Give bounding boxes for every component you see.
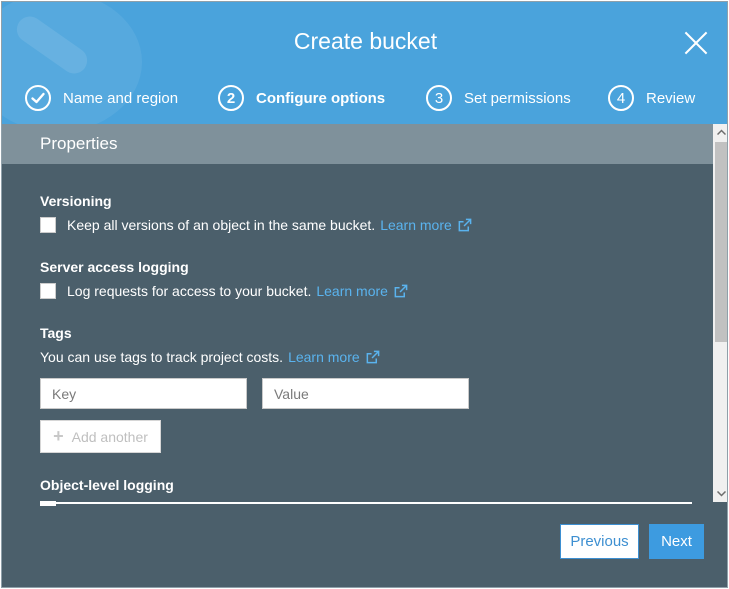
properties-header: Properties xyxy=(2,124,713,164)
scroll-up-icon[interactable] xyxy=(713,124,727,140)
checkmark-icon xyxy=(31,92,45,104)
link-text: Learn more xyxy=(288,349,360,365)
step-label: Configure options xyxy=(256,89,386,107)
scroll-down-icon[interactable] xyxy=(713,486,727,502)
external-link-icon xyxy=(394,284,408,297)
link-text: Learn more xyxy=(316,283,388,299)
logging-row: Log requests for access to your bucket. … xyxy=(40,283,408,299)
vertical-scrollbar[interactable] xyxy=(713,124,727,502)
step-number: 4 xyxy=(608,85,634,111)
logging-checkbox[interactable] xyxy=(40,283,56,299)
dialog-header: Create bucket Name and region 2 Configur… xyxy=(2,2,727,124)
tags-title: Tags xyxy=(40,325,72,341)
object-logging-control-partial xyxy=(40,501,692,506)
next-button[interactable]: Next xyxy=(649,524,704,559)
add-another-tag-button[interactable]: + Add another xyxy=(40,420,161,453)
logging-label: Log requests for access to your bucket. xyxy=(67,283,312,299)
create-bucket-dialog: Create bucket Name and region 2 Configur… xyxy=(1,1,728,588)
step-name-and-region[interactable]: Name and region xyxy=(25,84,178,112)
step-number: 2 xyxy=(218,85,244,111)
tags-learn-more-link[interactable]: Learn more xyxy=(288,349,380,365)
tag-value-input[interactable] xyxy=(262,378,469,409)
external-link-icon xyxy=(366,350,379,363)
tag-key-input[interactable] xyxy=(40,378,247,409)
previous-button[interactable]: Previous xyxy=(560,524,639,559)
link-text: Learn more xyxy=(380,217,452,233)
versioning-row: Keep all versions of an object in the sa… xyxy=(40,217,472,233)
object-logging-title: Object-level logging xyxy=(40,477,174,493)
plus-icon: + xyxy=(53,426,64,446)
step-label: Review xyxy=(646,89,696,107)
check-circle-icon xyxy=(25,85,51,111)
step-number: 3 xyxy=(426,85,452,111)
versioning-title: Versioning xyxy=(40,193,112,209)
step-set-permissions[interactable]: 3 Set permissions xyxy=(426,84,571,112)
object-logging-nub xyxy=(40,501,56,506)
tags-description-row: You can use tags to track project costs.… xyxy=(40,349,380,365)
dialog-title: Create bucket xyxy=(293,28,438,54)
add-another-label: Add another xyxy=(71,428,148,445)
external-link-icon xyxy=(458,218,472,231)
step-label: Name and region xyxy=(63,89,179,107)
step-label: Set permissions xyxy=(464,89,571,107)
step-review[interactable]: 4 Review xyxy=(608,84,695,112)
scrollbar-thumb[interactable] xyxy=(715,142,727,342)
close-icon[interactable] xyxy=(684,31,708,55)
step-configure-options[interactable]: 2 Configure options xyxy=(218,84,385,112)
versioning-label: Keep all versions of an object in the sa… xyxy=(67,217,376,233)
properties-content: Versioning Keep all versions of an objec… xyxy=(2,164,713,506)
logging-learn-more-link[interactable]: Learn more xyxy=(316,283,408,299)
logging-title: Server access logging xyxy=(40,259,189,275)
tags-description: You can use tags to track project costs. xyxy=(40,349,284,365)
versioning-learn-more-link[interactable]: Learn more xyxy=(380,217,472,233)
versioning-checkbox[interactable] xyxy=(40,217,56,233)
